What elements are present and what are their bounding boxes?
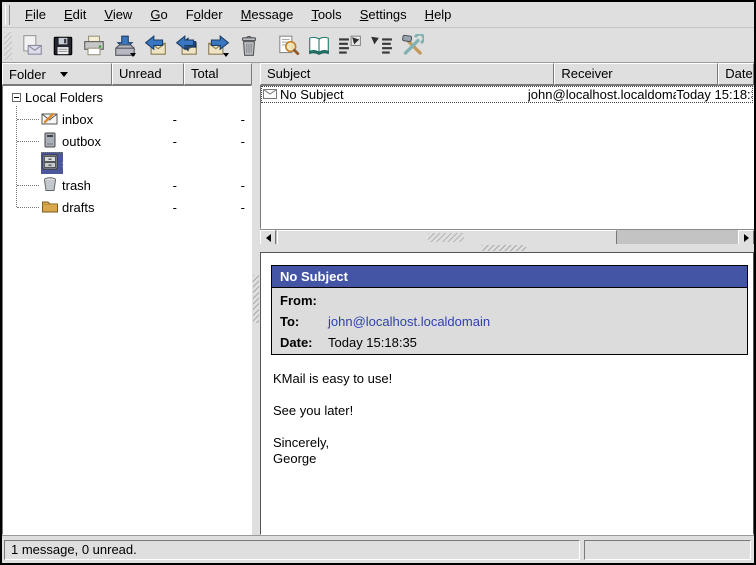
scrollbar-thumb[interactable]: [277, 230, 617, 245]
column-header-date[interactable]: Date: [718, 63, 754, 85]
sent-mail-icon: [41, 154, 59, 173]
forward-button[interactable]: [203, 31, 232, 60]
new-message-icon: [20, 34, 44, 58]
print-button[interactable]: [79, 31, 108, 60]
column-header-subject[interactable]: Subject: [260, 63, 554, 85]
message-list-header: Subject Receiver Date: [260, 63, 754, 85]
search-icon: [276, 34, 300, 58]
status-right-panel: [584, 540, 751, 560]
folder-row-sent-mail[interactable]: sent-ma - 1: [3, 152, 251, 174]
menubar-drag-handle[interactable]: [5, 5, 10, 25]
message-row[interactable]: No Subject john@localhost.localdomain To…: [261, 86, 753, 103]
folder-pane: Folder Unread Total Local Folders: [2, 63, 252, 535]
menu-view[interactable]: View: [95, 5, 141, 24]
configure-icon: [400, 34, 424, 58]
goto-previous-unread-icon: [338, 34, 362, 58]
menu-file[interactable]: File: [16, 5, 55, 24]
kmail-window: File Edit View Go Folder Message Tools S…: [0, 0, 756, 565]
header-row-date: Date: Today 15:18:35: [272, 332, 747, 353]
delete-button[interactable]: [234, 31, 263, 60]
main-area: Folder Unread Total Local Folders: [2, 63, 754, 535]
header-row-to: To: john@localhost.localdomain: [272, 311, 747, 332]
to-address-link[interactable]: john@localhost.localdomain: [328, 311, 490, 332]
horizontal-splitter[interactable]: [260, 244, 754, 252]
folder-row-drafts[interactable]: drafts - -: [3, 196, 251, 218]
folder-row-trash[interactable]: trash - -: [3, 174, 251, 196]
address-book-button[interactable]: [304, 31, 333, 60]
folder-list-header: Folder Unread Total: [2, 63, 252, 85]
message-reader: No Subject From: To: john@localhost.loca…: [260, 252, 754, 535]
reply-all-icon: [175, 34, 199, 58]
folder-row-outbox[interactable]: outbox - -: [3, 130, 251, 152]
configure-button[interactable]: [397, 31, 426, 60]
scroll-right-button[interactable]: [738, 230, 754, 245]
reply-button[interactable]: [141, 31, 170, 60]
right-pane: Subject Receiver Date No Subject john@lo…: [260, 63, 754, 535]
trash-folder-icon: [41, 176, 59, 195]
collapse-expander-icon[interactable]: [12, 93, 21, 102]
column-header-receiver[interactable]: Receiver: [554, 63, 718, 85]
reply-all-button[interactable]: [172, 31, 201, 60]
menu-message[interactable]: Message: [232, 5, 303, 24]
menu-help[interactable]: Help: [416, 5, 461, 24]
menu-folder[interactable]: Folder: [177, 5, 232, 24]
vertical-splitter[interactable]: [252, 63, 260, 535]
arrow-left-icon: [266, 234, 271, 242]
column-header-folder[interactable]: Folder: [2, 63, 112, 85]
menu-go[interactable]: Go: [141, 5, 176, 24]
date-value: Today 15:18:35: [328, 332, 417, 353]
address-book-icon: [307, 34, 331, 58]
message-subject-title: No Subject: [272, 266, 747, 288]
header-row-from: From:: [272, 290, 747, 311]
arrow-right-icon: [744, 234, 749, 242]
goto-next-unread-button[interactable]: [366, 31, 395, 60]
trash-icon: [237, 34, 261, 58]
goto-previous-unread-button[interactable]: [335, 31, 364, 60]
find-messages-button[interactable]: [273, 31, 302, 60]
menu-settings[interactable]: Settings: [351, 5, 416, 24]
folder-row-local-folders[interactable]: Local Folders: [3, 86, 251, 108]
folder-tree: Local Folders inbox - -: [2, 85, 252, 535]
main-toolbar: [2, 29, 754, 63]
drafts-folder-icon: [41, 198, 59, 217]
horizontal-scrollbar[interactable]: [260, 229, 754, 244]
column-header-unread[interactable]: Unread: [112, 63, 184, 85]
save-icon: [51, 34, 75, 58]
message-header-box: No Subject From: To: john@localhost.loca…: [271, 265, 748, 355]
menu-bar: File Edit View Go Folder Message Tools S…: [2, 2, 754, 28]
message-envelope-icon: [263, 87, 277, 102]
save-button[interactable]: [48, 31, 77, 60]
column-header-total[interactable]: Total: [184, 63, 252, 85]
folder-row-inbox[interactable]: inbox - -: [3, 108, 251, 130]
new-message-button[interactable]: [17, 31, 46, 60]
check-mail-button[interactable]: [110, 31, 139, 60]
toolbar-drag-handle[interactable]: [4, 32, 12, 60]
reply-icon: [144, 34, 168, 58]
check-mail-dropdown-icon[interactable]: [130, 53, 136, 57]
status-message-count: 1 message, 0 unread.: [4, 540, 580, 560]
sort-down-icon: [60, 72, 68, 77]
status-bar: 1 message, 0 unread.: [2, 535, 754, 563]
message-list: No Subject john@localhost.localdomain To…: [260, 85, 754, 229]
menu-tools[interactable]: Tools: [302, 5, 350, 24]
inbox-icon: [41, 110, 59, 129]
menu-edit[interactable]: Edit: [55, 5, 95, 24]
message-body: KMail is easy to use! See you later! Sin…: [273, 371, 392, 467]
goto-next-unread-icon: [369, 34, 393, 58]
outbox-icon: [41, 132, 59, 151]
scroll-left-button[interactable]: [260, 230, 276, 245]
print-icon: [82, 34, 106, 58]
forward-dropdown-icon[interactable]: [223, 53, 229, 57]
